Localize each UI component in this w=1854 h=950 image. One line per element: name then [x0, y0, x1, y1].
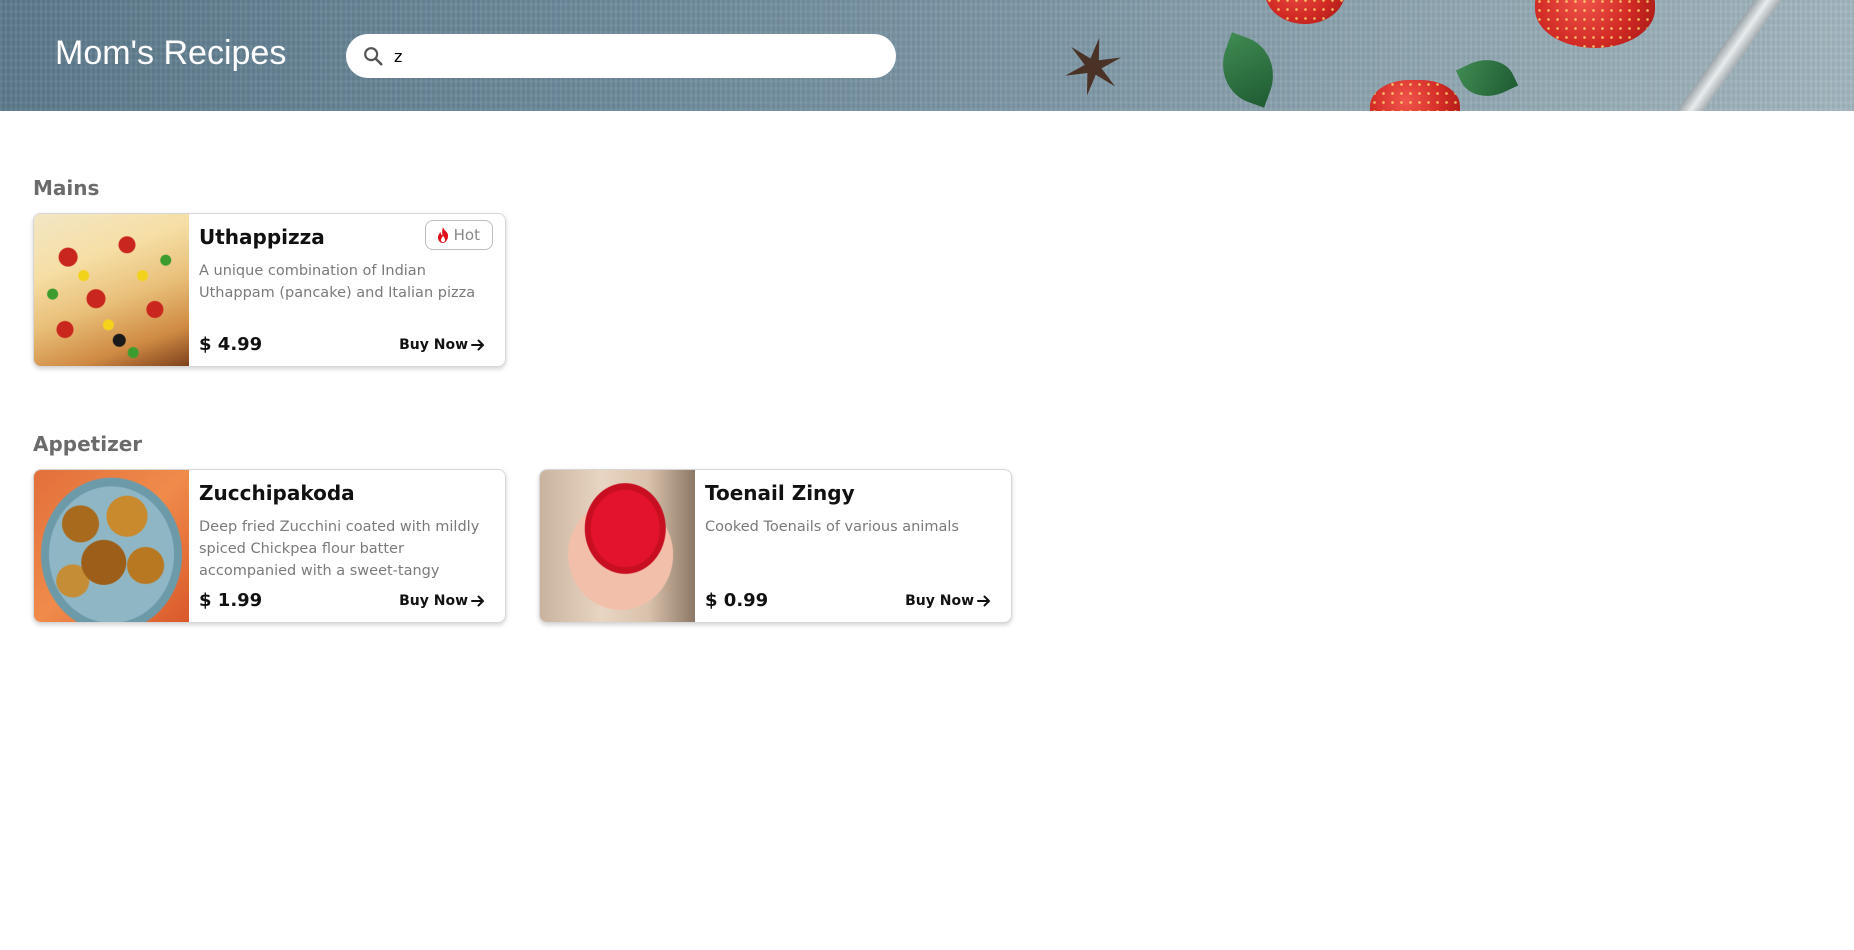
- arrow-right-icon: [471, 339, 484, 351]
- search-bar[interactable]: [346, 34, 896, 78]
- recipe-title: Zucchipakoda: [199, 481, 355, 505]
- recipe-price: $ 4.99: [199, 334, 263, 355]
- search-input[interactable]: [394, 46, 874, 66]
- pizza-image: [34, 214, 189, 366]
- recipe-description: Cooked Toenails of various animals: [705, 519, 959, 535]
- section-title-appetizer: Appetizer: [33, 432, 143, 456]
- recipe-card[interactable]: Toenail Zingy Cooked Toenails of various…: [539, 469, 1012, 623]
- arrow-right-icon: [977, 595, 990, 607]
- buy-now-label: Buy Now: [399, 593, 468, 609]
- recipe-description: A unique combination of Indian Uthappam …: [199, 263, 476, 301]
- recipe-card[interactable]: Uthappizza Hot A unique combination of I…: [33, 213, 506, 367]
- brand-title[interactable]: Mom's Recipes: [55, 34, 286, 73]
- buy-now-button[interactable]: Buy Now: [399, 593, 485, 609]
- recipe-price: $ 1.99: [199, 590, 263, 611]
- recipe-card[interactable]: Zucchipakoda Deep fried Zucchini coated …: [33, 469, 506, 623]
- recipe-price: $ 0.99: [705, 590, 769, 611]
- recipe-title: Uthappizza: [199, 225, 325, 249]
- section-title-mains: Mains: [33, 176, 100, 200]
- header-banner: ✶ Mom's Recipes: [0, 0, 1854, 111]
- recipe-description: Deep fried Zucchini coated with mildly s…: [199, 519, 480, 579]
- recipe-title: Toenail Zingy: [705, 481, 855, 505]
- buy-now-button[interactable]: Buy Now: [399, 337, 485, 353]
- buy-now-button[interactable]: Buy Now: [905, 593, 991, 609]
- toenail-image: [540, 470, 695, 622]
- hot-badge-label: Hot: [453, 226, 480, 244]
- buy-now-label: Buy Now: [905, 593, 974, 609]
- fire-icon: [437, 227, 448, 243]
- pakoda-image: [34, 470, 189, 622]
- arrow-right-icon: [471, 595, 484, 607]
- hot-badge: Hot: [424, 220, 493, 250]
- search-icon: [364, 47, 383, 66]
- buy-now-label: Buy Now: [399, 337, 468, 353]
